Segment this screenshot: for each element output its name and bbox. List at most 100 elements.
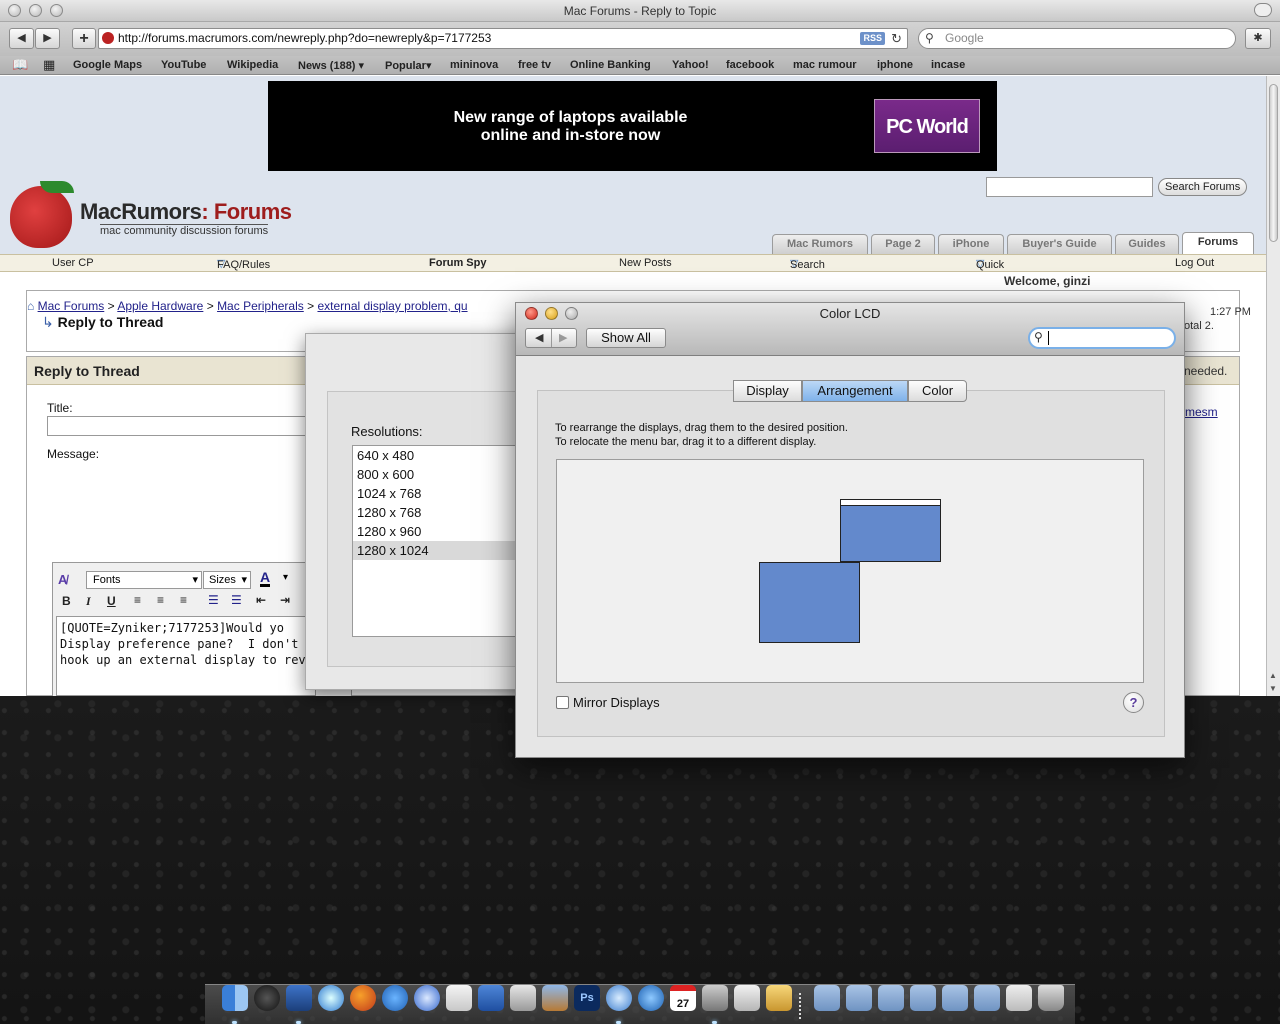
bookmark-wikipedia[interactable]: Wikipedia <box>227 59 278 71</box>
nav-forum-spy[interactable]: Forum Spy <box>429 257 486 269</box>
nav-log-out[interactable]: Log Out <box>1175 257 1214 269</box>
network-icon[interactable] <box>974 985 1000 1011</box>
indent-icon[interactable]: ⇥ <box>280 593 290 607</box>
chevron-down-icon[interactable]: ▾ <box>283 572 288 583</box>
bookmark-google-maps[interactable]: Google Maps <box>73 59 142 71</box>
bookmark-free-tv[interactable]: free tv <box>518 59 551 71</box>
trash-icon[interactable] <box>1038 985 1064 1011</box>
bookmark-mininova[interactable]: mininova <box>450 59 498 71</box>
zoom-button[interactable] <box>50 4 63 17</box>
back-arrow-icon[interactable]: ◀ <box>535 331 543 344</box>
script-icon[interactable] <box>446 985 472 1011</box>
bookmark-incase[interactable]: incase <box>931 59 965 71</box>
back-button[interactable]: ◀ <box>9 28 34 49</box>
nav-quick-links[interactable]: Quick Links ▽ <box>976 257 1004 283</box>
finder-icon[interactable] <box>222 985 248 1011</box>
menu-bar-indicator[interactable] <box>841 500 940 506</box>
page-scrollbar[interactable]: ▲ ▼ <box>1266 76 1280 696</box>
secondary-display[interactable] <box>759 562 860 643</box>
tab-page-2[interactable]: Page 2 <box>871 234 935 254</box>
breadcrumb-thread[interactable]: external display problem, qu <box>317 299 467 313</box>
bookmark-mac-rumour[interactable]: mac rumour <box>793 59 857 71</box>
music-icon[interactable] <box>878 985 904 1011</box>
minimize-button[interactable] <box>29 4 42 17</box>
photoshop-icon[interactable]: Ps <box>574 985 600 1011</box>
activity-icon[interactable] <box>702 985 728 1011</box>
bookmark-youtube[interactable]: YouTube <box>161 59 206 71</box>
nav-search[interactable]: Search ▽ <box>790 257 825 271</box>
bookmark-popular[interactable]: Popular▾ <box>385 59 431 72</box>
rss-button[interactable]: RSS <box>860 32 885 45</box>
bookmark-iphone[interactable]: iphone <box>877 59 913 71</box>
google-search-field[interactable]: ⚲ Google <box>918 28 1236 49</box>
resolutions-list[interactable]: 640 x 480 800 x 600 1024 x 768 1280 x 76… <box>352 445 517 637</box>
close-button[interactable] <box>8 4 21 17</box>
grid-icon[interactable]: ▦ <box>43 57 55 73</box>
tab-iphone[interactable]: iPhone <box>938 234 1004 254</box>
reload-icon[interactable]: ↻ <box>891 29 902 48</box>
textedit-icon[interactable] <box>734 985 760 1011</box>
arrangement-canvas[interactable] <box>556 459 1144 683</box>
align-center-icon[interactable]: ≡ <box>157 593 164 607</box>
ad-banner[interactable]: New range of laptops available online an… <box>268 81 997 171</box>
add-bookmark-button[interactable]: + <box>72 28 96 49</box>
tab-color[interactable]: Color <box>908 380 967 402</box>
downloads-icon[interactable] <box>942 985 968 1011</box>
unordered-list-icon[interactable]: ☰ <box>231 593 242 607</box>
bookmark-yahoo[interactable]: Yahoo! <box>672 59 709 71</box>
align-right-icon[interactable]: ≡ <box>180 593 187 607</box>
ordered-list-icon[interactable]: ☰ <box>208 593 219 607</box>
ical-icon[interactable]: 27 <box>670 985 696 1011</box>
screen-icon[interactable] <box>1006 985 1032 1011</box>
resolution-option[interactable]: 640 x 480 <box>353 446 516 465</box>
book-icon[interactable]: 📖 <box>12 57 28 73</box>
breadcrumb-apple-hardware[interactable]: Apple Hardware <box>117 299 203 313</box>
resolution-option[interactable]: 1024 x 768 <box>353 484 516 503</box>
bug-button[interactable]: ✱ <box>1245 28 1271 49</box>
outdent-icon[interactable]: ⇤ <box>256 593 266 607</box>
fonts-select[interactable]: Fonts ▾ <box>86 571 202 589</box>
nav-user-cp[interactable]: User CP <box>52 257 94 269</box>
breadcrumb-mac-peripherals[interactable]: Mac Peripherals <box>217 299 304 313</box>
word-icon[interactable] <box>478 985 504 1011</box>
italic-button[interactable]: I <box>86 594 91 609</box>
forward-button[interactable]: ▶ <box>35 28 60 49</box>
tab-forums[interactable]: Forums <box>1182 232 1254 254</box>
bookmark-online-banking[interactable]: Online Banking <box>570 59 651 71</box>
iphoto-icon[interactable] <box>542 985 568 1011</box>
mirror-displays-checkbox[interactable]: Mirror Displays <box>556 695 660 710</box>
resolution-option[interactable]: 1280 x 960 <box>353 522 516 541</box>
user-link[interactable]: mesm <box>1185 405 1218 419</box>
safari-icon[interactable] <box>318 985 344 1011</box>
bookmark-facebook[interactable]: facebook <box>726 59 774 71</box>
dashboard-icon[interactable] <box>254 985 280 1011</box>
tab-buyers-guide[interactable]: Buyer's Guide <box>1007 234 1112 254</box>
search-forums-button[interactable]: Search Forums <box>1158 178 1248 196</box>
tab-arrangement[interactable]: Arrangement <box>802 380 908 402</box>
bold-button[interactable]: B <box>62 594 71 608</box>
primary-display[interactable] <box>840 499 941 562</box>
preview-icon[interactable] <box>510 985 536 1011</box>
prefs-search-input[interactable]: ⚲ <box>1028 327 1176 349</box>
tab-guides[interactable]: Guides <box>1115 234 1179 254</box>
scrollbar-thumb[interactable] <box>1269 84 1278 242</box>
address-bar[interactable]: http://forums.macrumors.com/newreply.php… <box>98 28 908 49</box>
checkbox[interactable] <box>556 696 569 709</box>
help-button[interactable]: ? <box>1123 692 1144 713</box>
tab-mac-rumors[interactable]: Mac Rumors <box>772 234 868 254</box>
stickies-icon[interactable] <box>766 985 792 1011</box>
quicktime-icon[interactable] <box>638 985 664 1011</box>
text-color-icon[interactable]: A <box>260 570 271 587</box>
message-textarea[interactable]: [QUOTE=Zyniker;7177253]Would yo Display … <box>56 616 316 696</box>
xcode-icon[interactable] <box>286 985 312 1011</box>
show-all-button[interactable]: Show All <box>586 328 666 348</box>
underline-button[interactable]: U <box>107 594 116 608</box>
scroll-down-icon[interactable]: ▼ <box>1269 684 1277 693</box>
toolbar-toggle-button[interactable] <box>1254 3 1272 17</box>
nav-new-posts[interactable]: New Posts <box>619 257 672 269</box>
align-left-icon[interactable]: ≡ <box>134 593 141 607</box>
bookmark-news[interactable]: News (188) ▾ <box>298 59 364 72</box>
resolution-option[interactable]: 800 x 600 <box>353 465 516 484</box>
applications-icon[interactable] <box>846 985 872 1011</box>
resolution-option[interactable]: 1280 x 768 <box>353 503 516 522</box>
